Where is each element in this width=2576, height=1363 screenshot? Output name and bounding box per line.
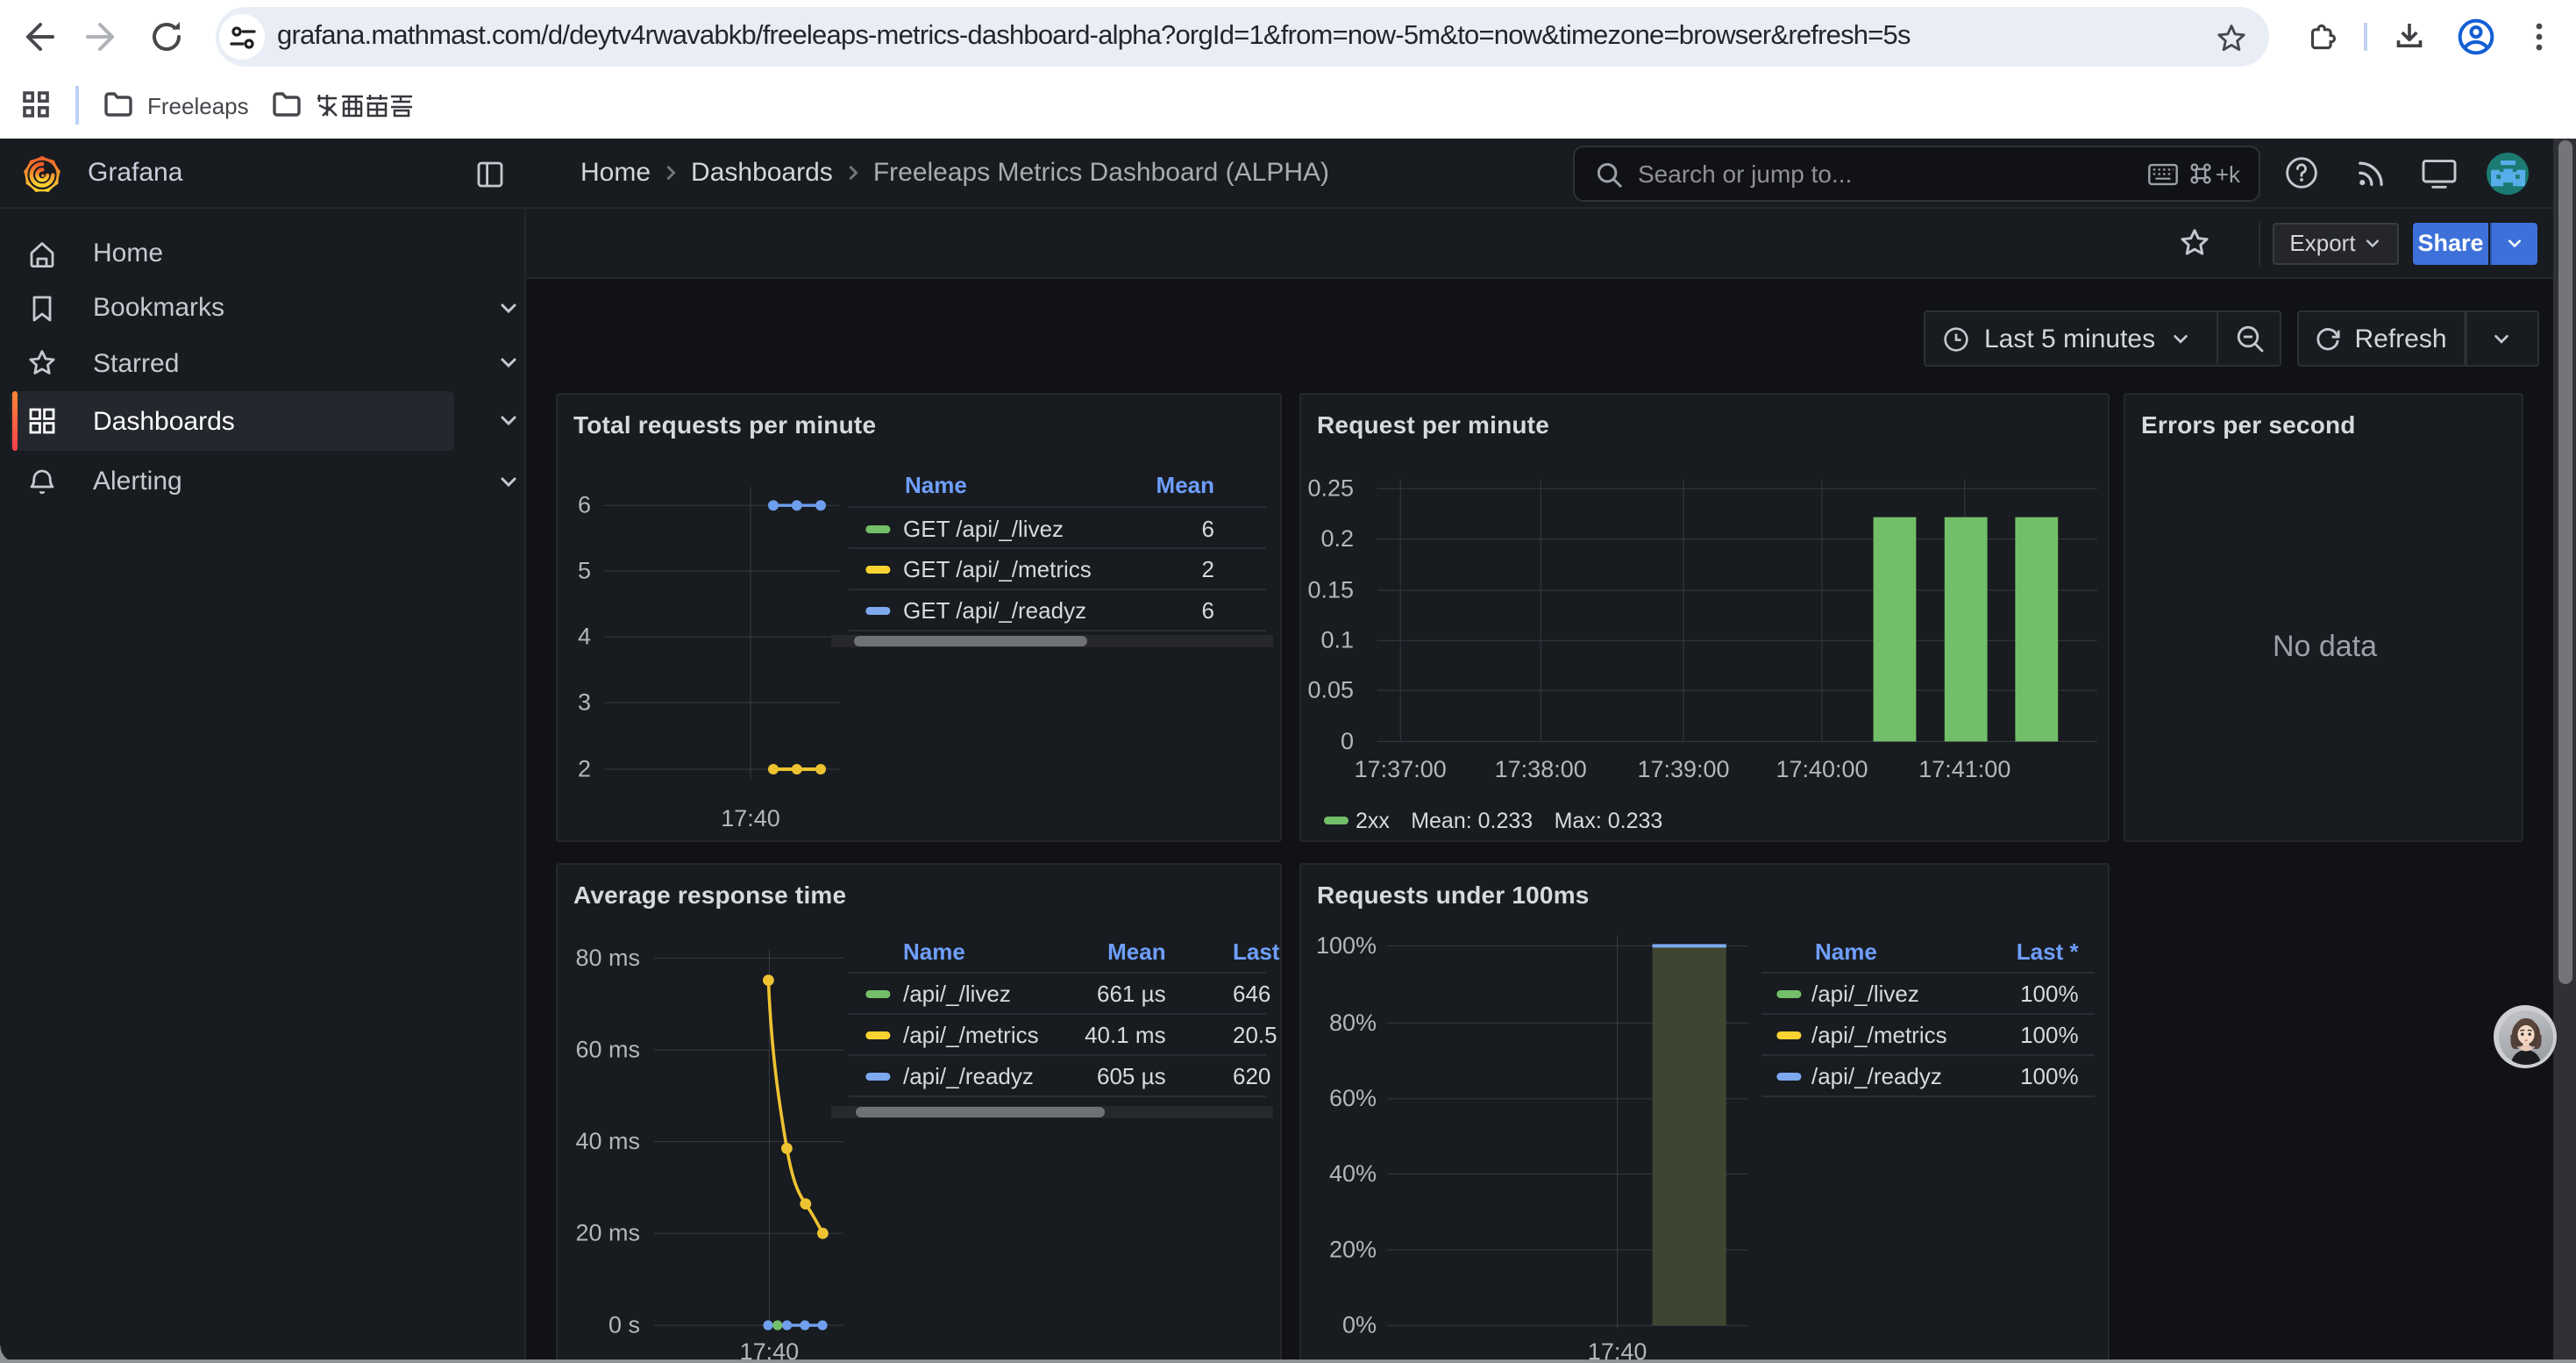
svg-text:GET /api/_/readyz: GET /api/_/readyz bbox=[903, 596, 1086, 623]
svg-text:/api/_/readyz: /api/_/readyz bbox=[1811, 1062, 1942, 1088]
svg-text:6: 6 bbox=[578, 491, 591, 517]
svg-text:Last *: Last * bbox=[2017, 938, 2080, 964]
svg-text:605 µs: 605 µs bbox=[1097, 1062, 1166, 1088]
svg-text:646: 646 bbox=[1233, 980, 1270, 1006]
svg-text:17:40: 17:40 bbox=[721, 804, 780, 831]
svg-text:17:40: 17:40 bbox=[740, 1338, 800, 1362]
svg-text:2: 2 bbox=[1202, 555, 1214, 582]
svg-text:0%: 0% bbox=[1342, 1311, 1377, 1338]
svg-text:Mean: 0.233: Mean: 0.233 bbox=[1411, 808, 1533, 832]
svg-text:100%: 100% bbox=[2020, 1021, 2079, 1047]
svg-text:17:39:00: 17:39:00 bbox=[1637, 755, 1729, 781]
svg-text:17:37:00: 17:37:00 bbox=[1355, 755, 1447, 781]
svg-text:100%: 100% bbox=[1316, 931, 1377, 958]
svg-text:20%: 20% bbox=[1329, 1235, 1377, 1261]
svg-text:Name: Name bbox=[1815, 938, 1877, 964]
svg-text:17:40: 17:40 bbox=[1588, 1338, 1647, 1362]
svg-text:0: 0 bbox=[1341, 727, 1354, 753]
svg-text:Last *: Last * bbox=[1233, 938, 1280, 964]
svg-text:6: 6 bbox=[1202, 515, 1214, 541]
svg-text:0.1: 0.1 bbox=[1320, 626, 1354, 653]
svg-text:40%: 40% bbox=[1329, 1160, 1377, 1186]
svg-text:0.05: 0.05 bbox=[1307, 675, 1354, 702]
svg-text:40.1 ms: 40.1 ms bbox=[1085, 1021, 1166, 1047]
svg-text:GET /api/_/livez: GET /api/_/livez bbox=[903, 515, 1064, 541]
svg-text:Max: 0.233: Max: 0.233 bbox=[1555, 808, 1663, 832]
svg-text:0.15: 0.15 bbox=[1307, 575, 1354, 602]
svg-text:/api/_/readyz: /api/_/readyz bbox=[903, 1062, 1034, 1088]
svg-text:620: 620 bbox=[1233, 1062, 1270, 1088]
svg-text:Mean: Mean bbox=[1156, 471, 1214, 497]
svg-text:4: 4 bbox=[578, 622, 591, 648]
svg-text:0 s: 0 s bbox=[608, 1310, 640, 1337]
svg-text:/api/_/livez: /api/_/livez bbox=[1811, 980, 1919, 1006]
svg-text:60%: 60% bbox=[1329, 1084, 1377, 1110]
svg-text:0.25: 0.25 bbox=[1307, 474, 1354, 500]
svg-text:5: 5 bbox=[578, 556, 591, 582]
svg-text:0.2: 0.2 bbox=[1320, 525, 1354, 551]
svg-text:17:38:00: 17:38:00 bbox=[1495, 755, 1587, 781]
svg-text:661 µs: 661 µs bbox=[1097, 980, 1166, 1006]
svg-text:100%: 100% bbox=[2020, 1062, 2079, 1088]
svg-text:Name: Name bbox=[903, 938, 965, 964]
svg-text:/api/_/metrics: /api/_/metrics bbox=[1811, 1021, 1947, 1047]
svg-text:60 ms: 60 ms bbox=[575, 1035, 640, 1061]
svg-text:80 ms: 80 ms bbox=[575, 944, 640, 970]
svg-text:GET /api/_/metrics: GET /api/_/metrics bbox=[903, 555, 1092, 582]
svg-text:2: 2 bbox=[578, 754, 591, 781]
svg-text:Mean: Mean bbox=[1107, 938, 1165, 964]
svg-text:80%: 80% bbox=[1329, 1009, 1377, 1035]
svg-text:6: 6 bbox=[1202, 596, 1214, 623]
svg-text:Name: Name bbox=[905, 471, 967, 497]
svg-text:100%: 100% bbox=[2020, 980, 2079, 1006]
svg-text:17:41:00: 17:41:00 bbox=[1918, 755, 2010, 781]
svg-text:/api/_/livez: /api/_/livez bbox=[903, 980, 1011, 1006]
svg-text:40 ms: 40 ms bbox=[575, 1127, 640, 1153]
svg-text:2xx: 2xx bbox=[1356, 808, 1390, 832]
svg-text:/api/_/metrics: /api/_/metrics bbox=[903, 1021, 1039, 1047]
svg-text:20 ms: 20 ms bbox=[575, 1219, 640, 1245]
svg-text:3: 3 bbox=[578, 688, 591, 714]
svg-text:20.5 r: 20.5 r bbox=[1233, 1021, 1280, 1047]
svg-text:17:40:00: 17:40:00 bbox=[1775, 755, 1868, 781]
